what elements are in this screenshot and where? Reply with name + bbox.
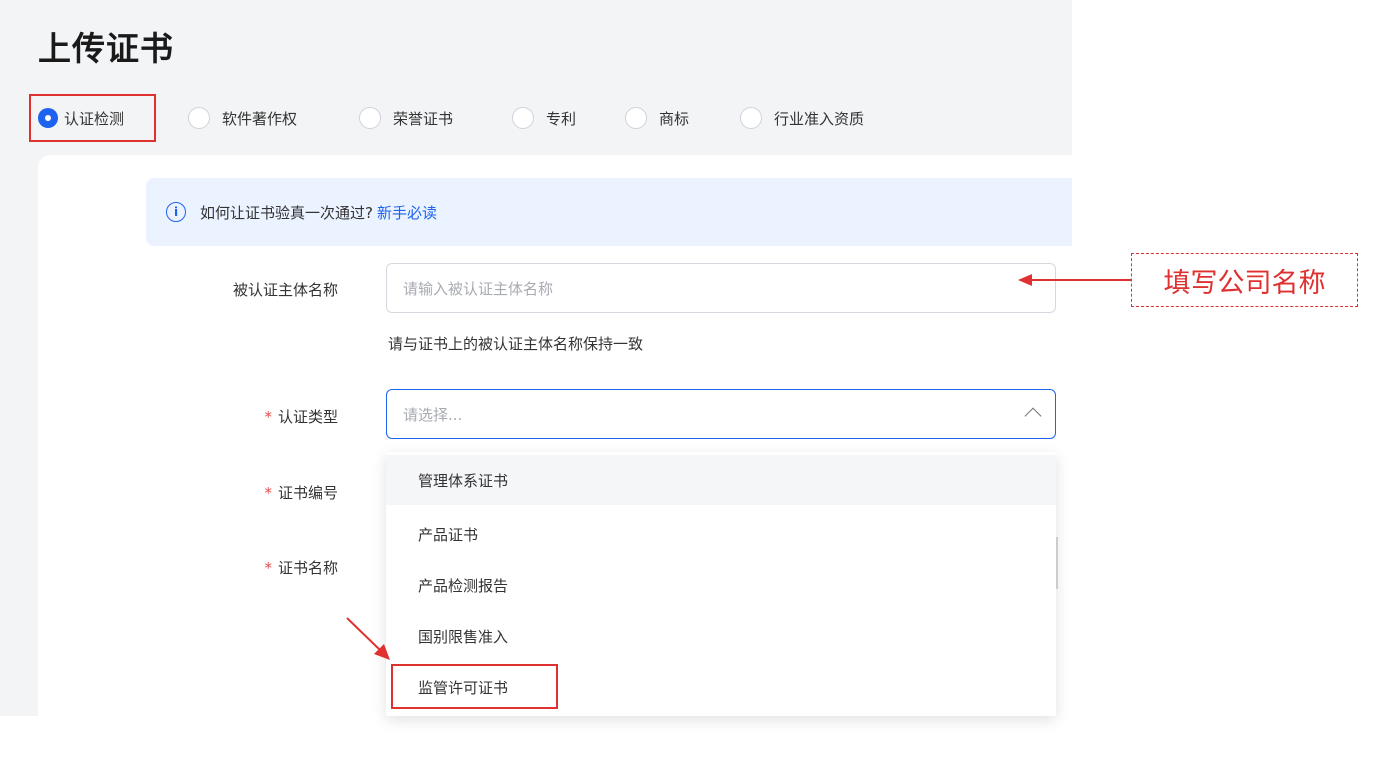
tab-patent[interactable]: 专利 <box>512 94 576 142</box>
tab-label: 荣誉证书 <box>393 109 454 128</box>
cert-no-label: * 证书编号 <box>264 484 338 502</box>
selected-tab-highlight-box <box>29 94 156 142</box>
tab-industry-access[interactable]: 行业准入资质 <box>740 94 864 142</box>
page-title: 上传证书 <box>38 29 174 68</box>
dropdown-option[interactable]: 产品检测报告 <box>386 560 1056 610</box>
info-icon: i <box>166 202 186 222</box>
radio-icon[interactable] <box>359 107 381 129</box>
certificate-category-tabs: 认证检测 软件著作权 荣誉证书 专利 商标 行业准入资质 <box>0 94 1072 142</box>
radio-icon[interactable] <box>740 107 762 129</box>
tab-software-copyright[interactable]: 软件著作权 <box>188 94 297 142</box>
radio-icon[interactable] <box>625 107 647 129</box>
radio-icon[interactable] <box>512 107 534 129</box>
dropdown-option[interactable]: 管理体系证书 <box>386 455 1056 505</box>
subject-name-input[interactable]: 请输入被认证主体名称 <box>386 263 1056 313</box>
highlighted-option-box <box>391 664 558 709</box>
required-mark: * <box>264 559 272 577</box>
tab-honor-certificate[interactable]: 荣誉证书 <box>359 94 453 142</box>
subject-name-label: 被认证主体名称 <box>232 281 338 299</box>
cert-type-label: * 认证类型 <box>264 408 338 426</box>
required-mark: * <box>264 408 272 426</box>
annotation-callout: 填写公司名称 <box>1131 253 1358 307</box>
required-mark: * <box>264 484 272 502</box>
cert-name-input-edge <box>1056 537 1058 589</box>
cert-type-select[interactable]: 请选择... <box>386 389 1056 439</box>
notice-text: 如何让证书验真一次通过? <box>200 203 373 222</box>
cert-name-label: * 证书名称 <box>264 559 338 577</box>
dropdown-option[interactable]: 产品证书 <box>386 509 1056 559</box>
tab-trademark[interactable]: 商标 <box>625 94 689 142</box>
tab-label: 行业准入资质 <box>774 109 865 128</box>
beginner-guide-link[interactable]: 新手必读 <box>377 202 437 223</box>
dropdown-option[interactable]: 国别限售准入 <box>386 611 1056 661</box>
tab-label: 专利 <box>546 109 577 128</box>
cert-type-placeholder: 请选择... <box>403 405 463 424</box>
tab-label: 软件著作权 <box>222 109 298 128</box>
tab-label: 商标 <box>659 109 690 128</box>
subject-name-hint: 请与证书上的被认证主体名称保持一致 <box>388 335 644 353</box>
chevron-up-icon <box>1024 407 1042 425</box>
radio-icon[interactable] <box>188 107 210 129</box>
subject-name-placeholder: 请输入被认证主体名称 <box>403 279 554 298</box>
notice-banner: i 如何让证书验真一次通过? 新手必读 <box>146 178 1072 246</box>
